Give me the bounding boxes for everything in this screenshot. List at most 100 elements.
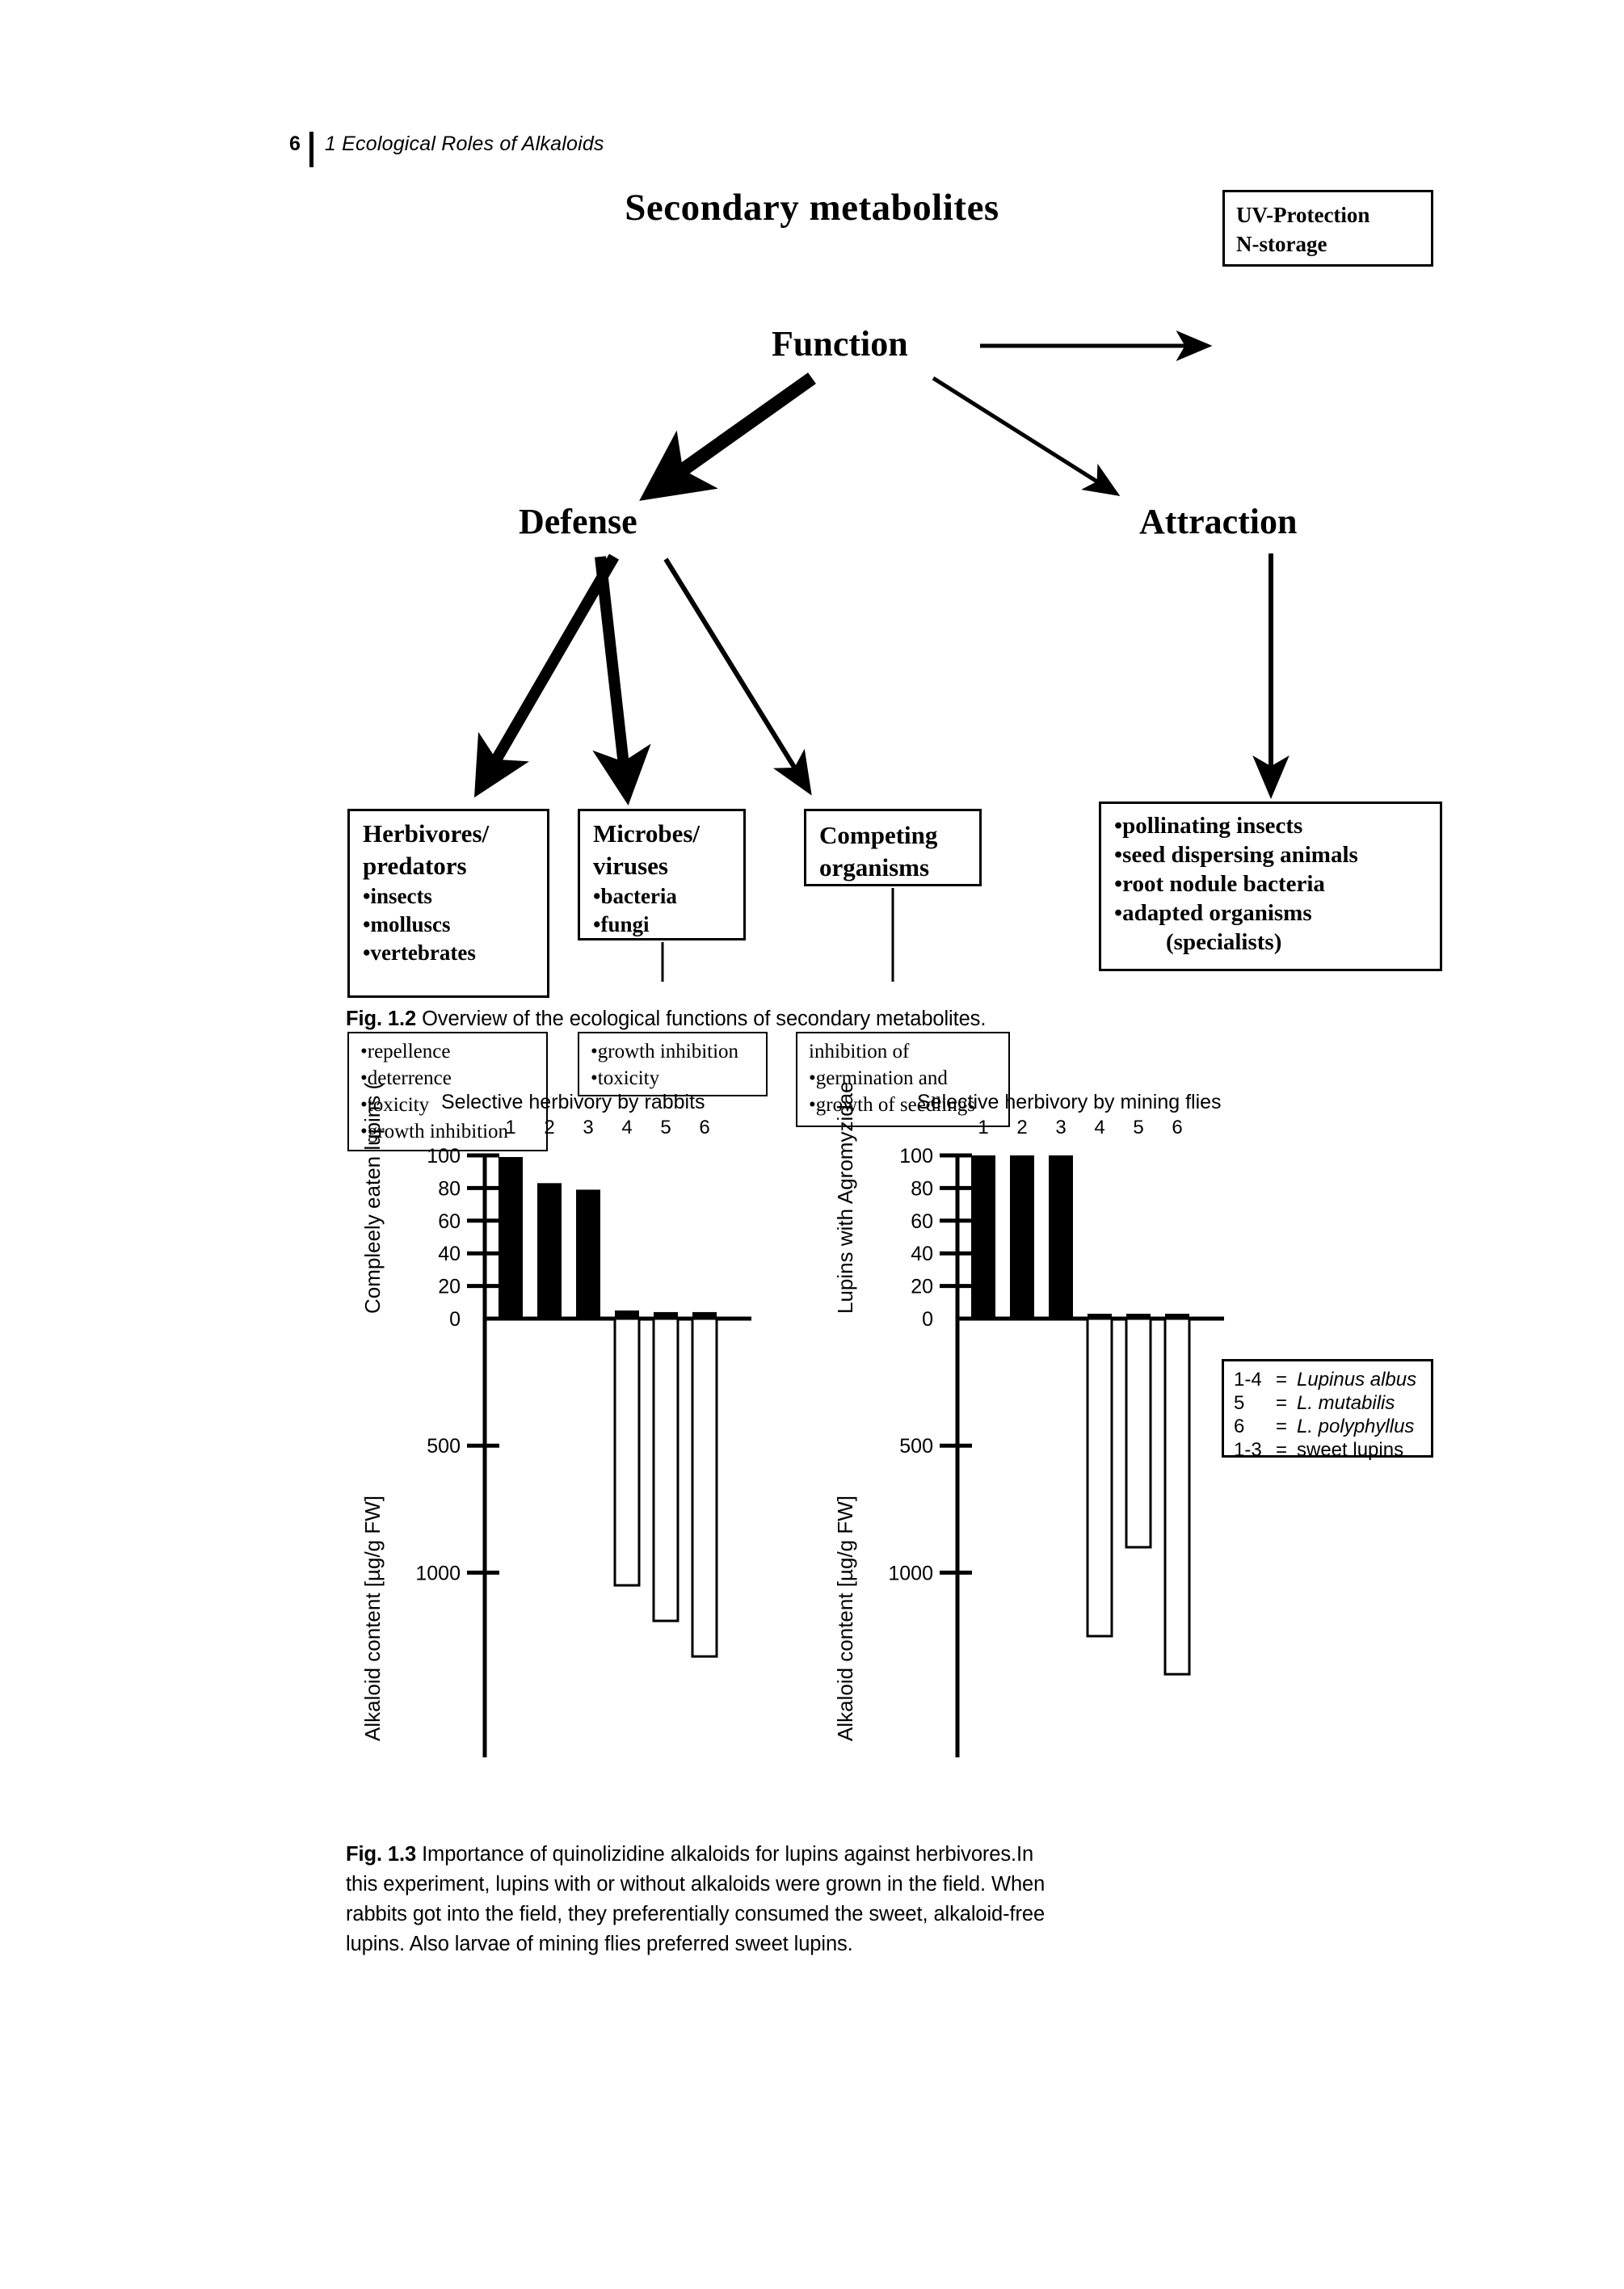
x-tick-label: 1: [978, 1117, 988, 1138]
y-tick-label: 500: [899, 1435, 933, 1458]
y-axis-label-bottom: Alkaloid content [µg/g FW]: [833, 1496, 857, 1741]
box-microbes-item-2: •fungi: [593, 912, 650, 936]
x-tick-label: 1: [505, 1117, 515, 1138]
page-number: 6: [289, 133, 301, 155]
bar: [1010, 1155, 1034, 1319]
x-tick-label: 4: [1094, 1117, 1104, 1138]
legend-key: 1-4: [1234, 1369, 1262, 1391]
box-herbivores-item-2: •molluscs: [363, 912, 451, 936]
legend-equals: =: [1276, 1392, 1288, 1414]
x-tick-label: 5: [1133, 1117, 1143, 1138]
node-defense: Defense: [519, 502, 637, 541]
x-tick-label: 3: [583, 1117, 593, 1138]
box-microbes-head-2: viruses: [593, 852, 668, 880]
legend-key: 6: [1234, 1416, 1245, 1437]
box-herbivores-head-1: Herbivores/: [363, 819, 490, 848]
header-rule: [309, 132, 313, 167]
box-uv-line-2: N-storage: [1236, 232, 1327, 256]
x-tick-label: 6: [1172, 1117, 1182, 1138]
box-herbivores-item-1: •insects: [363, 884, 432, 908]
legend-equals: =: [1276, 1416, 1288, 1437]
bar: [1163, 1317, 1191, 1676]
legend-row: 5 = L. mutabilis: [1234, 1391, 1431, 1415]
y-tick-label: 0: [922, 1308, 933, 1331]
figure-1-3-caption: Fig. 1.3 Importance of quinolizidine alk…: [346, 1840, 1057, 1959]
x-tick-label: 5: [660, 1117, 671, 1138]
y-tick-label: 0: [449, 1308, 461, 1331]
figure-1-3-caption-text: Importance of quinolizidine alkaloids fo…: [346, 1843, 1046, 1955]
x-tick-label: 4: [621, 1117, 632, 1138]
figure-1-2-caption: Fig. 1.2 Overview of the ecological func…: [346, 1004, 1073, 1034]
bar: [652, 1317, 679, 1622]
legend-key: 1-3: [1234, 1439, 1262, 1461]
box-attraction-item-5: (specialists): [1166, 929, 1282, 955]
legend-value: Lupinus albus: [1297, 1369, 1417, 1391]
y-tick-label: 20: [911, 1276, 933, 1298]
box-microbes-item-1: •bacteria: [593, 884, 677, 908]
box-attraction-item-4: •adapted organisms: [1114, 900, 1312, 926]
bar: [1125, 1317, 1152, 1549]
bar: [1086, 1317, 1113, 1638]
box-herbivores-item-3: •vertebrates: [363, 940, 476, 965]
node-attraction: Attraction: [1139, 502, 1298, 541]
y-tick-label: 80: [911, 1177, 933, 1200]
node-function: Function: [772, 324, 908, 364]
y-tick-label: 80: [438, 1177, 461, 1200]
chapter-title: 1 Ecological Roles of Alkaloids: [324, 133, 604, 155]
y-tick-label: 100: [899, 1145, 933, 1168]
y-tick-label: 1000: [415, 1562, 461, 1584]
x-tick-label: 6: [699, 1117, 709, 1138]
bar: [499, 1157, 523, 1319]
figure-1-2-diagram: Secondary metabolites Function Defense A…: [0, 174, 1624, 1151]
y-tick-label: 60: [438, 1210, 461, 1233]
figure-1-2-caption-label: Fig. 1.2: [346, 1008, 417, 1030]
box-attraction-item-3: •root nodule bacteria: [1114, 871, 1325, 897]
x-tick-label: 2: [1016, 1117, 1027, 1138]
legend-value: L. mutabilis: [1297, 1392, 1395, 1414]
chart-left: 1 2 3 4 5 60204060801005001000Compleely eaten…: [360, 1083, 751, 1757]
box-uv-line-1: UV-Protection: [1236, 203, 1370, 227]
box-herbivores-head-2: predators: [363, 852, 467, 880]
legend-equals: =: [1276, 1369, 1288, 1391]
bar: [615, 1310, 639, 1319]
legend-row: 6 = L. polyphyllus: [1234, 1415, 1431, 1438]
box-repellence-item-1: •repellence: [360, 1041, 451, 1062]
legend-key: 5: [1234, 1392, 1245, 1414]
box-competing-head-2: organisms: [819, 853, 930, 882]
legend-row: 1-3 = sweet lupins: [1234, 1438, 1431, 1462]
bar: [691, 1317, 718, 1658]
box-attraction-item-1: •pollinating insects: [1114, 813, 1303, 839]
bar: [537, 1183, 562, 1319]
chart-species-legend: 1-4 = Lupinus albus 5 = L. mutabilis 6 =…: [1222, 1359, 1433, 1461]
box-uv-protection: UV-Protection N-storage: [1222, 190, 1433, 267]
y-tick-label: 20: [438, 1276, 461, 1298]
box-herbivores-predators: Herbivores/ predators •insects •molluscs…: [347, 809, 549, 998]
figure-1-2-caption-text: Overview of the ecological functions of …: [422, 1008, 987, 1030]
y-tick-label: 1000: [888, 1562, 933, 1584]
bar: [613, 1317, 641, 1587]
y-tick-label: 40: [438, 1243, 461, 1265]
y-axis-label-top: Lupins with Agromyzidae (%): [833, 1083, 857, 1314]
x-tick-label: 3: [1055, 1117, 1066, 1138]
bar: [576, 1189, 600, 1319]
legend-value: L. polyphyllus: [1297, 1416, 1415, 1437]
y-axis-label-bottom: Alkaloid content [µg/g FW]: [360, 1496, 385, 1741]
y-tick-label: 40: [911, 1243, 933, 1265]
chart-right: 1 2 3 4 5 60204060801005001000Lupins with Agr…: [833, 1083, 1224, 1757]
box-attraction-targets: •pollinating insects •seed dispersing an…: [1099, 802, 1442, 971]
box-competing-head-1: Competing: [819, 821, 938, 849]
y-axis-label-top: Compleely eaten lupins (%): [360, 1083, 385, 1314]
y-tick-label: 500: [427, 1435, 461, 1458]
box-microbes-viruses: Microbes/ viruses •bacteria •fungi: [578, 809, 746, 940]
legend-equals: =: [1276, 1439, 1288, 1461]
box-microbes-head-1: Microbes/: [593, 819, 701, 848]
y-tick-label: 100: [427, 1145, 461, 1168]
bar: [1049, 1155, 1073, 1319]
running-head: 6 1 Ecological Roles of Alkaloids: [289, 132, 604, 172]
y-tick-label: 60: [911, 1210, 933, 1233]
box-competing-organisms: Competing organisms: [804, 809, 982, 886]
box-inhibition-item-1: inhibition of: [809, 1041, 910, 1062]
figure-1-3-caption-label: Fig. 1.3: [346, 1843, 417, 1866]
box-attraction-item-2: •seed dispersing animals: [1114, 842, 1358, 868]
bar: [971, 1155, 995, 1319]
